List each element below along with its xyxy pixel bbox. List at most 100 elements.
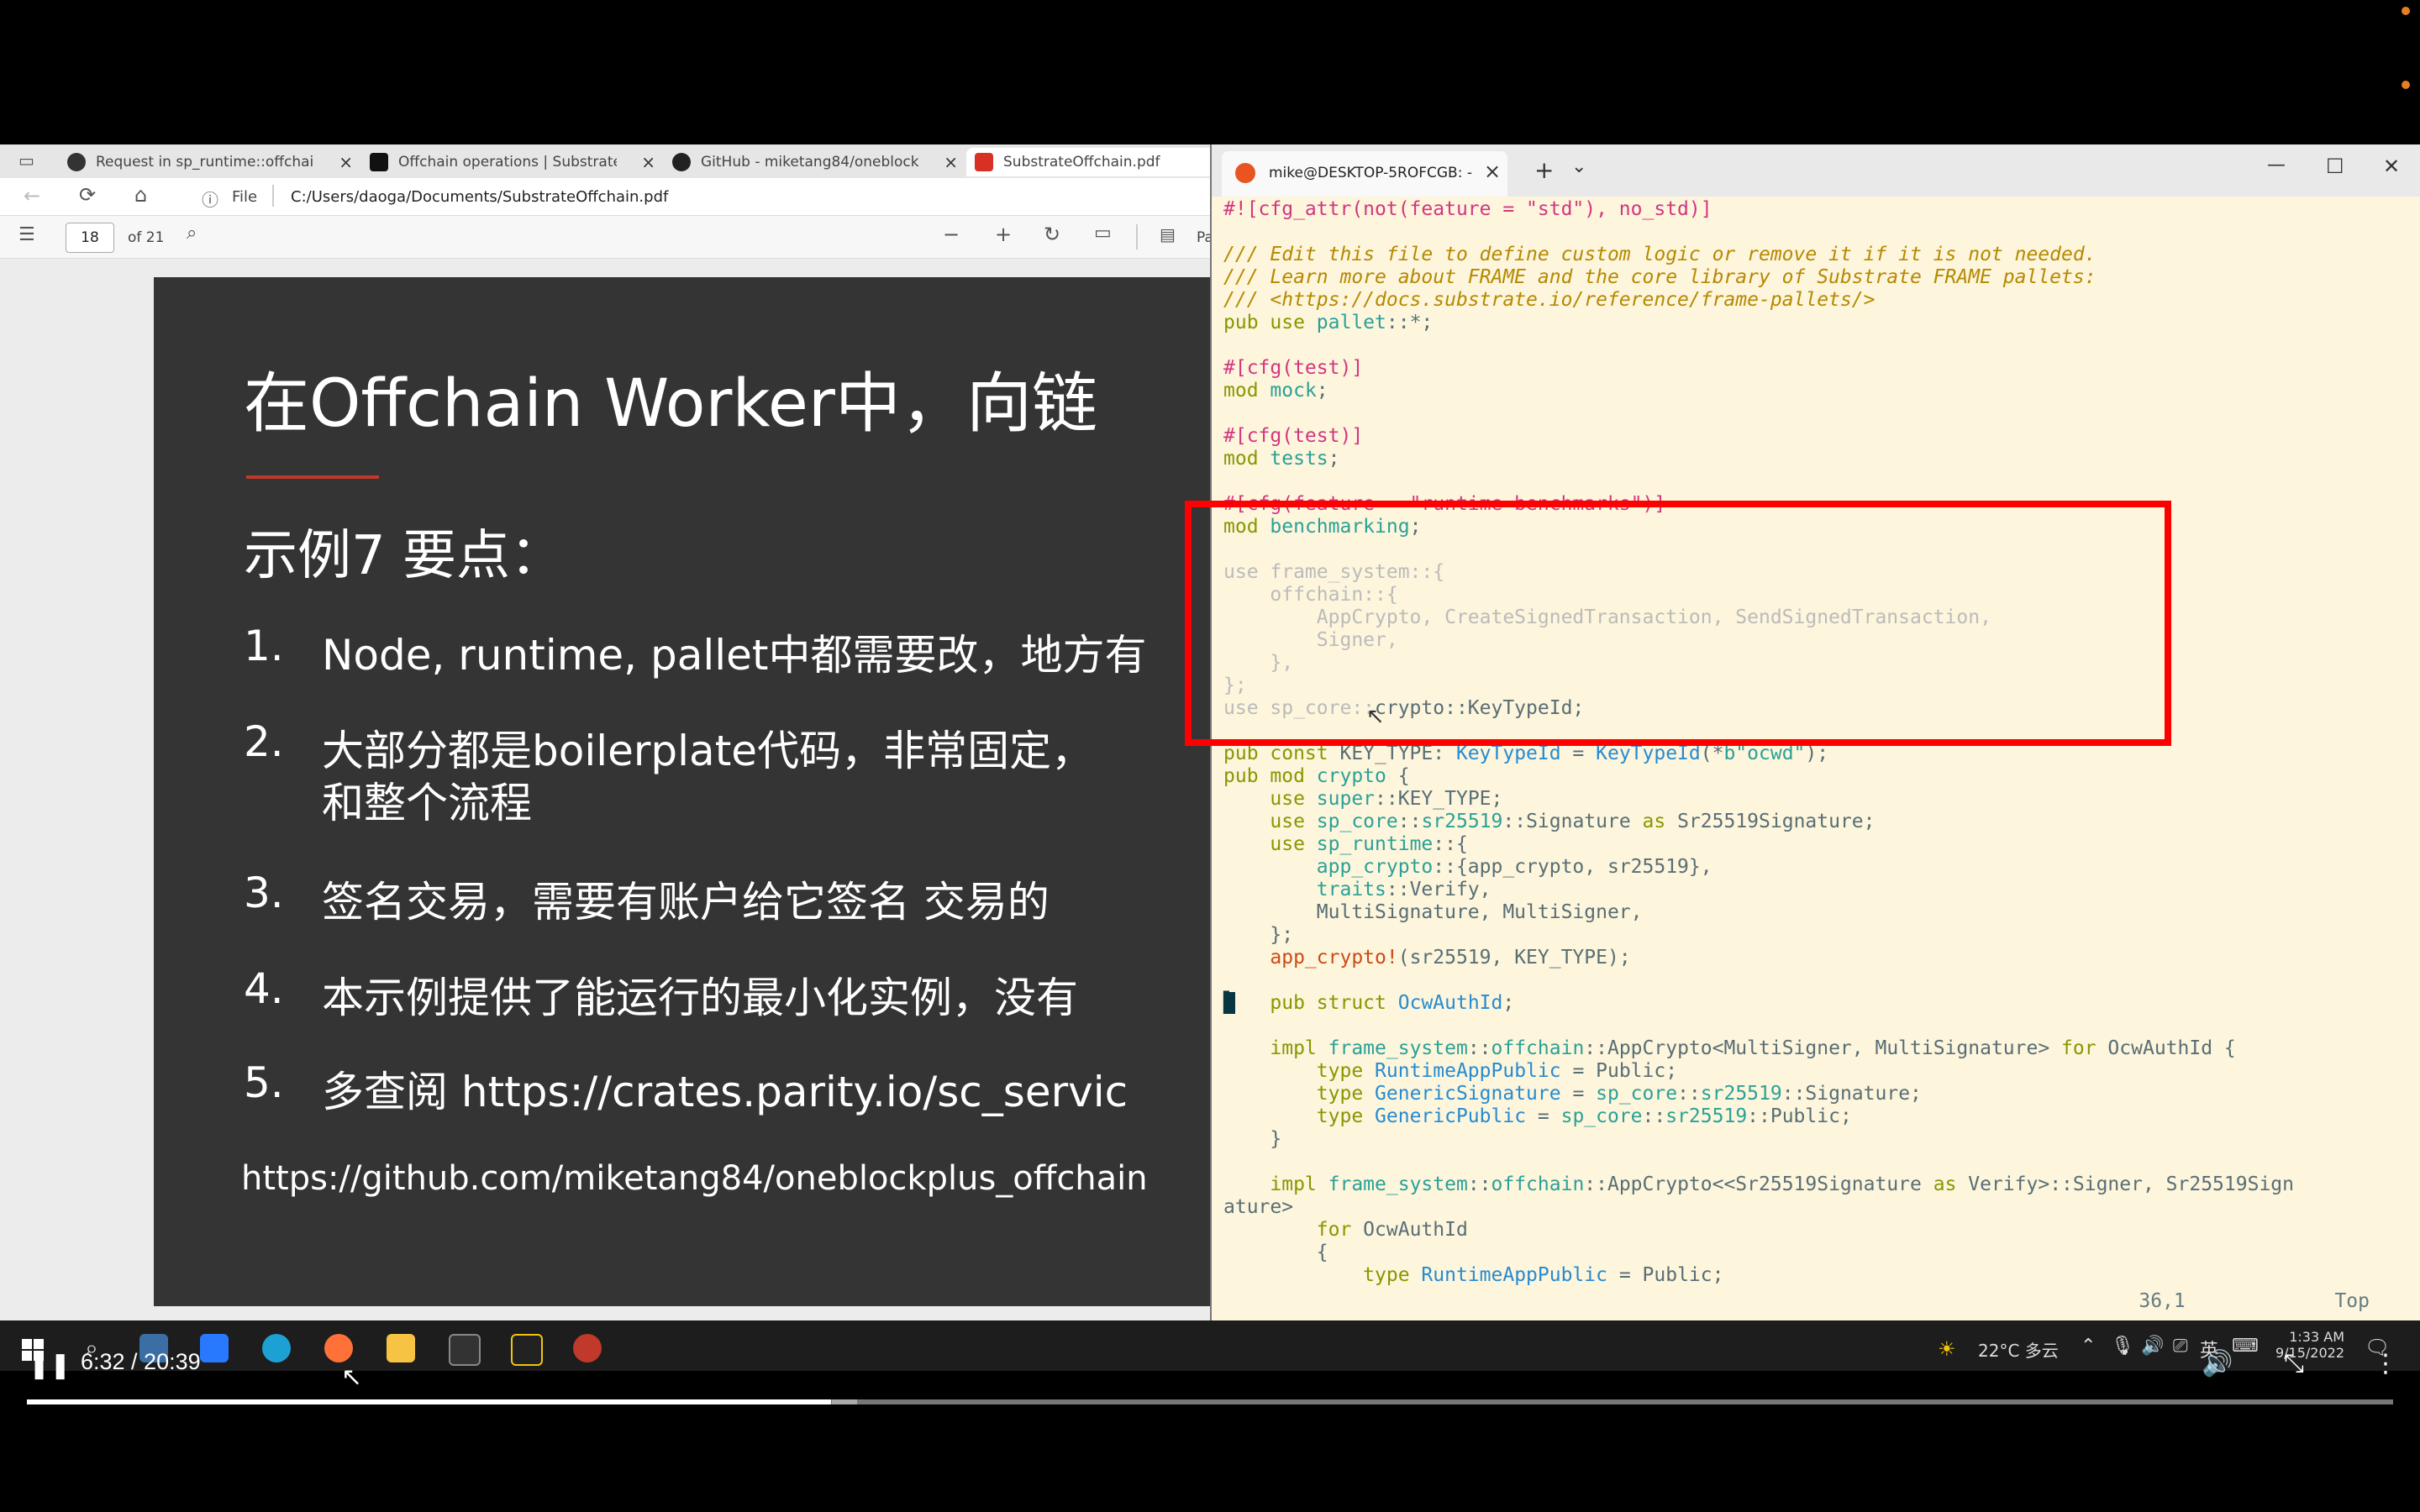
recording-indicator: [2402, 7, 2410, 15]
tab-pdf[interactable]: SubstrateOffchain.pdf: [966, 148, 1212, 176]
code-line: ature>: [1223, 1196, 1294, 1218]
tab-sp-runtime[interactable]: Request in sp_runtime::offchain ×: [67, 148, 353, 176]
cursor-position: 36,1: [2139, 1290, 2186, 1312]
code-line: pub use pallet::*;: [1223, 312, 1434, 333]
network-icon[interactable]: ⎚: [2173, 1336, 2188, 1357]
point-text: Node, runtime, pallet中都需要改，地方有: [322, 631, 1147, 680]
microphone-icon[interactable]: 🎙: [2111, 1336, 2134, 1357]
rust-docs-icon: [67, 153, 86, 171]
code-line: for OcwAuthId: [1316, 1219, 1468, 1241]
pdf-file-icon: [975, 153, 993, 171]
volume-icon[interactable]: 🔊: [2202, 1349, 2233, 1378]
exit-fullscreen-icon[interactable]: ⤡: [2284, 1349, 2304, 1378]
slide-title: 在Offchain Worker中，向链: [244, 366, 1097, 442]
code-line: ▌ pub struct OcwAuthId;: [1223, 992, 1515, 1014]
code-line: mod tests;: [1223, 448, 1340, 470]
tab-close-icon[interactable]: ×: [1484, 160, 1501, 183]
new-tab-icon[interactable]: +: [1534, 156, 1554, 184]
page-view-icon[interactable]: ▤: [1160, 226, 1176, 243]
toolbar-divider: [1136, 224, 1138, 249]
search-icon[interactable]: ⌕: [187, 224, 197, 243]
taskbar-sticky-notes-icon[interactable]: [511, 1334, 543, 1366]
refresh-icon[interactable]: ⟳: [79, 185, 96, 205]
mouse-cursor-icon: ↖: [341, 1362, 363, 1392]
code-line: type RuntimeAppPublic = Public;: [1363, 1264, 1724, 1286]
title-underline: [246, 475, 379, 479]
chevron-down-icon[interactable]: ⌄: [1571, 156, 1586, 177]
table-of-contents-icon[interactable]: ☰: [18, 226, 35, 244]
minimize-icon[interactable]: —: [2267, 155, 2286, 176]
home-icon[interactable]: ⌂: [134, 185, 147, 205]
weather-text[interactable]: 22°C 多云: [1978, 1337, 2059, 1362]
info-icon[interactable]: ⓘ: [202, 186, 218, 211]
tab-actions-icon[interactable]: ▭: [18, 152, 34, 169]
tab-offchain-operations[interactable]: Offchain operations | Substrate_ ×: [370, 148, 655, 176]
code-line: app_crypto::{app_crypto, sr25519},: [1316, 856, 1712, 878]
scheme-label: File: [232, 188, 258, 206]
maximize-icon[interactable]: ☐: [2326, 155, 2344, 178]
taskbar-firefox-icon[interactable]: [324, 1334, 353, 1362]
tab-github[interactable]: GitHub - miketang84/oneblockp ×: [672, 148, 958, 176]
chevron-up-icon[interactable]: ⌃: [2081, 1336, 2096, 1357]
pause-icon[interactable]: ❚❚: [29, 1351, 71, 1380]
clock-date: 9/15/2022: [2275, 1345, 2344, 1361]
code-line: app_crypto!(sr25519, KEY_TYPE);: [1270, 947, 1631, 969]
point-number: 5.: [244, 1058, 284, 1107]
taskbar-recorder-icon[interactable]: [573, 1334, 602, 1362]
url-field[interactable]: C:/Users/daoga/Documents/SubstrateOffcha…: [291, 188, 668, 206]
tab-title: SubstrateOffchain.pdf: [1003, 154, 1160, 171]
taskbar-folder-icon[interactable]: [387, 1334, 415, 1362]
weather-icon: ☀: [1938, 1337, 1956, 1361]
zoom-out-icon[interactable]: −: [943, 224, 960, 244]
point-text: 本示例提供了能运行的最小化实例，没有: [322, 974, 1078, 1022]
code-line: use sp_runtime::{: [1270, 833, 1468, 855]
code-line: /// <https://docs.substrate.io/reference…: [1223, 289, 1876, 311]
code-line: };: [1223, 924, 1294, 946]
code-line: traits::Verify,: [1316, 879, 1491, 900]
code-line: pub const KEY_TYPE: KeyTypeId = KeyTypeI…: [1223, 743, 1829, 764]
code-line: mod mock;: [1223, 380, 1328, 402]
close-icon[interactable]: ✕: [2383, 155, 2400, 178]
github-icon: [672, 153, 691, 171]
slide-subtitle: 示例7 要点：: [244, 525, 565, 587]
slide-link[interactable]: https://github.com/miketang84/oneblockpl…: [241, 1159, 1148, 1198]
taskbar-store-icon[interactable]: [200, 1334, 229, 1362]
page-number-input[interactable]: 18: [66, 223, 114, 253]
point-number: 3.: [244, 869, 284, 917]
point-text: 签名交易，需要有账户给它签名 交易的: [322, 878, 1050, 927]
keyboard-icon[interactable]: ⌨: [2232, 1336, 2259, 1357]
tab-close-icon[interactable]: ×: [935, 152, 958, 172]
rotate-icon[interactable]: ↻: [1044, 224, 1060, 244]
point-text: 多查阅 https://crates.parity.io/sc_servic: [322, 1068, 1128, 1116]
clock-time: 1:33 AM: [2289, 1329, 2344, 1345]
zoom-in-icon[interactable]: +: [995, 224, 1012, 244]
terminal-tab-title: mike@DESKTOP-5ROFCGB: -: [1269, 165, 1472, 181]
code-line: type GenericSignature = sp_core::sr25519…: [1316, 1083, 1922, 1105]
pdf-page-slide: 在Offchain Worker中，向链 示例7 要点： 1. Node, ru…: [154, 277, 1212, 1306]
more-options-icon[interactable]: ⋮: [2373, 1349, 2398, 1378]
point-number: 1.: [244, 622, 284, 670]
code-line: MultiSignature, MultiSigner,: [1223, 901, 1643, 923]
tab-close-icon[interactable]: ×: [633, 152, 655, 172]
terminal-tab[interactable]: mike@DESKTOP-5ROFCGB: - ×: [1222, 151, 1507, 197]
taskbar-clock[interactable]: 1:33 AM 9/15/2022: [2269, 1329, 2344, 1361]
back-arrow-icon[interactable]: ←: [24, 186, 40, 206]
point-number: 4.: [244, 964, 284, 1013]
code-line: impl frame_system::offchain::AppCrypto<<…: [1270, 1173, 2294, 1195]
taskbar-terminal-icon[interactable]: [449, 1334, 481, 1366]
ubuntu-icon: [1235, 163, 1255, 183]
pdf-toolbar: ☰ 18 of 21 ⌕ − + ↻ ▭ ▤ Pa: [0, 216, 1212, 259]
speaker-icon[interactable]: 🔊: [2141, 1336, 2164, 1357]
code-line: }: [1223, 1128, 1282, 1150]
vim-status-line: 36,1 Top: [2139, 1290, 2370, 1312]
video-progress-fill: [27, 1399, 832, 1404]
fit-page-icon[interactable]: ▭: [1094, 224, 1112, 243]
taskbar-edge-icon[interactable]: [262, 1334, 291, 1362]
address-divider: [272, 185, 274, 207]
tab-close-icon[interactable]: ×: [330, 152, 353, 172]
